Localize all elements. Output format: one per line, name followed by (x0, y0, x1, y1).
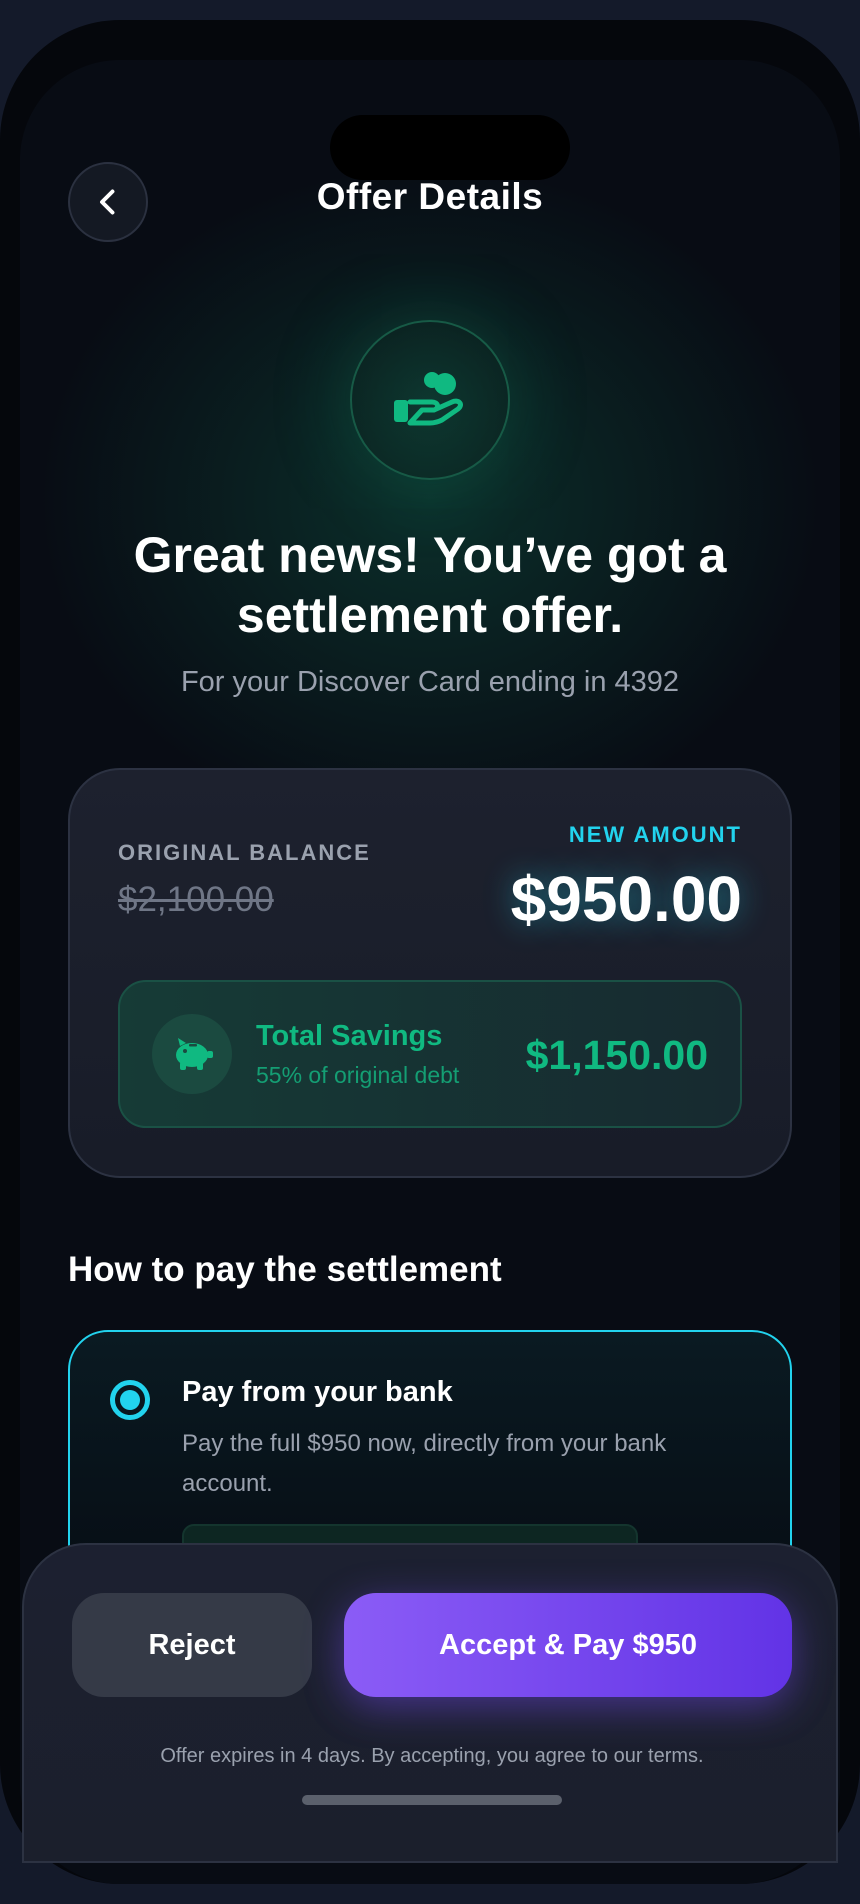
home-indicator (302, 1795, 562, 1805)
hero-icon-badge (350, 320, 510, 480)
original-balance-label: ORIGINAL BALANCE (118, 840, 371, 865)
savings-title: Total Savings (256, 1020, 443, 1052)
reject-button[interactable]: Reject (72, 1593, 312, 1697)
savings-subtitle: 55% of original debt (256, 1062, 460, 1088)
piggy-bank-icon (176, 1038, 213, 1070)
action-sheet: Reject Accept & Pay $950 Offer expires i… (22, 1543, 838, 1863)
terms-text: Offer expires in 4 days. By accepting, y… (160, 1745, 704, 1767)
accept-pay-button[interactable]: Accept & Pay $950 (344, 1593, 792, 1697)
hand-coin-icon (394, 372, 463, 426)
option-radio[interactable] (110, 1380, 150, 1420)
new-amount-label: NEW AMOUNT (568, 822, 742, 847)
savings-box: Total Savings 55% of original debt $1,15… (118, 980, 742, 1128)
option-title: Pay from your bank (182, 1376, 453, 1408)
piggy-icon-badge (152, 1014, 232, 1094)
new-amount-value: $950.00 (510, 863, 742, 935)
section-title: How to pay the settlement (68, 1250, 502, 1289)
savings-amount: $1,150.00 (525, 1032, 708, 1078)
option-description: Pay the full $950 now, directly from you… (182, 1430, 667, 1497)
dynamic-island (330, 115, 570, 180)
card-subtitle: For your Discover Card ending in 4392 (180, 666, 680, 698)
page-title: Offer Details (316, 176, 544, 217)
radio-selected-dot (120, 1390, 140, 1410)
offer-summary-card: ORIGINAL BALANCE $2,100.00 NEW AMOUNT $9… (68, 768, 792, 1178)
original-balance-value: $2,100.00 (118, 880, 274, 919)
headline: Great news! You’ve got a settlement offe… (133, 527, 727, 643)
